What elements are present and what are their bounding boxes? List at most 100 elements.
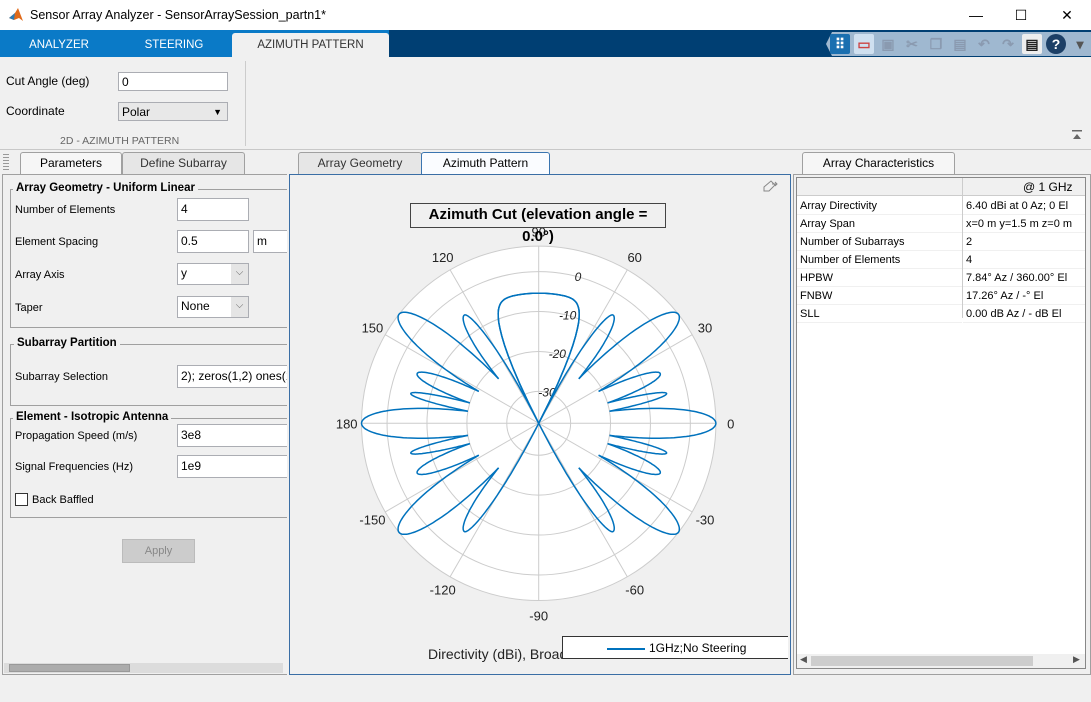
- status-bar: [0, 675, 1091, 702]
- cut-angle-label: Cut Angle (deg): [6, 74, 90, 88]
- matlab-logo-icon: [9, 8, 23, 21]
- array-geometry-title: Array Geometry - Uniform Linear: [13, 182, 198, 194]
- tab-parameters[interactable]: Parameters: [20, 152, 122, 174]
- scrollbar-thumb[interactable]: [9, 664, 130, 672]
- radial-tick-label: 0: [575, 270, 582, 284]
- cut-angle-input[interactable]: 0: [118, 72, 228, 91]
- toolstrip: Cut Angle (deg) 0 Coordinate Polar ▼ 2D …: [0, 57, 1091, 150]
- row-label: Array Span: [797, 215, 962, 233]
- angle-tick-label: 180: [336, 416, 358, 431]
- row-value: 2: [963, 233, 1085, 251]
- close-button[interactable]: ✕: [1044, 0, 1090, 30]
- angle-tick-label: 60: [627, 250, 641, 265]
- parameters-panel: Parameters Define Subarray Array Geometr…: [0, 150, 287, 675]
- scroll-left-icon[interactable]: ◀: [800, 654, 807, 665]
- num-elements-label: Number of Elements: [15, 204, 116, 216]
- chevron-down-icon: ⌵: [231, 264, 248, 284]
- coordinate-label: Coordinate: [6, 104, 65, 118]
- horizontal-scrollbar[interactable]: [4, 663, 283, 673]
- section-label: 2D - AZIMUTH PATTERN: [60, 135, 180, 147]
- subarray-selection-label: Subarray Selection: [15, 371, 108, 383]
- element-spacing-input[interactable]: 0.5: [177, 230, 249, 253]
- copy-icon[interactable]: ❐: [926, 34, 946, 54]
- tab-azimuth-pattern[interactable]: AZIMUTH PATTERN: [232, 33, 389, 57]
- row-label: FNBW: [797, 287, 962, 305]
- row-value: 7.84° Az / 360.00° El: [963, 269, 1085, 287]
- row-value: x=0 m y=1.5 m z=0 m: [963, 215, 1085, 233]
- maximize-button[interactable]: ☐: [998, 0, 1044, 30]
- undo-icon[interactable]: ↶: [974, 34, 994, 54]
- row-value: 0.00 dB Az / - dB El: [963, 305, 1085, 323]
- subarray-selection-input[interactable]: 2); zeros(1,2) ones(1: [177, 365, 287, 388]
- tab-define-subarray[interactable]: Define Subarray: [122, 152, 245, 174]
- scrollbar-thumb[interactable]: [811, 656, 1033, 666]
- coordinate-value: Polar: [122, 105, 151, 119]
- apply-button[interactable]: Apply: [122, 539, 195, 563]
- table-row: HPBW 7.84° Az / 360.00° El: [797, 269, 1085, 287]
- coordinate-dropdown[interactable]: Polar ▼: [118, 102, 228, 121]
- angle-tick-label: -60: [625, 583, 644, 598]
- angle-tick-label: 0: [727, 416, 734, 431]
- angle-tick-label: -90: [529, 608, 548, 623]
- table-row: Array Directivity 6.40 dBi at 0 Az; 0 El: [797, 197, 1085, 215]
- element-title: Element - Isotropic Antenna: [13, 411, 172, 423]
- num-elements-input[interactable]: 4: [177, 198, 249, 221]
- propagation-speed-input[interactable]: 3e8: [177, 424, 287, 447]
- paste-icon[interactable]: ▤: [950, 34, 970, 54]
- table-horizontal-scrollbar[interactable]: ◀ ▶: [797, 654, 1085, 668]
- save-icon[interactable]: ▣: [878, 34, 898, 54]
- plot-pattern-icon[interactable]: ⠿: [830, 34, 850, 54]
- chevron-down-icon: ▼: [213, 107, 222, 117]
- row-value: 17.26° Az / -° El: [963, 287, 1085, 305]
- element-spacing-label: Element Spacing: [15, 236, 99, 248]
- angle-tick-label: -30: [696, 512, 715, 527]
- drag-handle[interactable]: [3, 154, 9, 172]
- chevron-down-icon: ⌵: [231, 297, 248, 317]
- layout-icon[interactable]: ▤: [1022, 34, 1042, 54]
- back-baffled-label: Back Baffled: [32, 494, 94, 506]
- tab-steering[interactable]: STEERING: [118, 33, 230, 57]
- minimize-button[interactable]: —: [953, 0, 999, 30]
- back-baffled-checkbox[interactable]: [15, 493, 28, 506]
- cut-icon[interactable]: ✂: [902, 34, 922, 54]
- subarray-partition-title: Subarray Partition: [14, 337, 120, 349]
- row-label: SLL: [797, 305, 962, 323]
- radial-tick-label: -10: [559, 308, 577, 322]
- angle-tick-label: -150: [359, 512, 385, 527]
- angle-tick-label: 30: [698, 320, 712, 335]
- tab-azimuth-pattern-plot[interactable]: Azimuth Pattern: [421, 152, 550, 174]
- title-bar: Sensor Array Analyzer - SensorArraySessi…: [0, 0, 1091, 30]
- signal-frequencies-input[interactable]: 1e9: [177, 455, 287, 478]
- array-axis-label: Array Axis: [15, 269, 65, 281]
- angle-tick-label: 120: [432, 250, 454, 265]
- taper-value: None: [181, 299, 210, 313]
- collapse-toolstrip-icon[interactable]: [1071, 129, 1083, 141]
- legend-entry: 1GHz;No Steering: [649, 641, 747, 655]
- section-divider: [245, 61, 246, 146]
- legend[interactable]: 1GHz;No Steering: [562, 636, 788, 659]
- row-label: Number of Elements: [797, 251, 962, 269]
- expand-menu-icon[interactable]: ▾: [1070, 34, 1090, 54]
- window-title: Sensor Array Analyzer - SensorArraySessi…: [30, 8, 326, 22]
- spacing-unit-dropdown[interactable]: m: [253, 230, 287, 253]
- table-row: Number of Elements 4: [797, 251, 1085, 269]
- signal-frequencies-label: Signal Frequencies (Hz): [15, 461, 133, 473]
- table-row: Number of Subarrays 2: [797, 233, 1085, 251]
- main-tab-strip: ANALYZER STEERING AZIMUTH PATTERN ⠿ ▭ ▣ ✂ ❐ ▤…: [0, 30, 1091, 57]
- array-axis-dropdown[interactable]: y ⌵: [177, 263, 249, 285]
- angle-tick-label: 150: [362, 320, 384, 335]
- scroll-right-icon[interactable]: ▶: [1073, 654, 1080, 665]
- angle-tick-label: -120: [430, 583, 456, 598]
- table-row: Array Span x=0 m y=1.5 m z=0 m: [797, 215, 1085, 233]
- row-value: 4: [963, 251, 1085, 269]
- legend-line-swatch: [607, 648, 645, 650]
- tab-array-geometry[interactable]: Array Geometry: [298, 152, 422, 174]
- report-icon[interactable]: ▭: [854, 34, 874, 54]
- tab-array-characteristics[interactable]: Array Characteristics: [802, 152, 955, 174]
- characteristics-table: @ 1 GHz Array Directivity 6.40 dBi at 0 A…: [796, 177, 1086, 669]
- taper-dropdown[interactable]: None ⌵: [177, 296, 249, 318]
- redo-icon[interactable]: ↷: [998, 34, 1018, 54]
- help-icon[interactable]: ?: [1046, 34, 1066, 54]
- row-label: Array Directivity: [797, 197, 962, 215]
- tab-analyzer[interactable]: ANALYZER: [0, 33, 118, 57]
